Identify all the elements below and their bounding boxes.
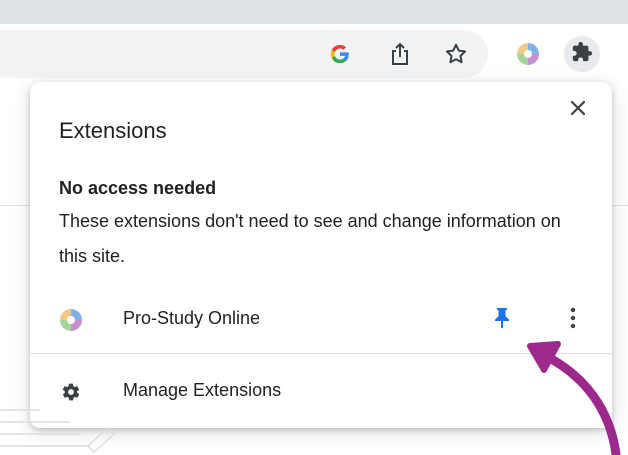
share-icon[interactable] — [382, 36, 418, 72]
star-icon[interactable] — [438, 36, 474, 72]
popup-title: Extensions — [59, 118, 167, 143]
annotation-arrow — [527, 341, 621, 455]
pro-study-toolbar-icon[interactable] — [510, 36, 546, 72]
google-g-icon[interactable] — [322, 36, 358, 72]
decorative-doodle — [0, 409, 116, 454]
close-icon — [570, 100, 586, 121]
puzzle-icon — [571, 41, 593, 68]
manage-extensions-label: Manage Extensions — [123, 380, 282, 400]
pro-study-logo-icon — [58, 307, 84, 333]
browser-tab-strip — [0, 0, 628, 24]
extension-name: Pro-Study Online — [123, 308, 261, 328]
section-description: These extensions don't need to see and c… — [59, 211, 561, 266]
close-button[interactable] — [564, 96, 592, 124]
section-heading: No access needed — [59, 178, 217, 198]
extensions-button[interactable] — [564, 36, 600, 72]
